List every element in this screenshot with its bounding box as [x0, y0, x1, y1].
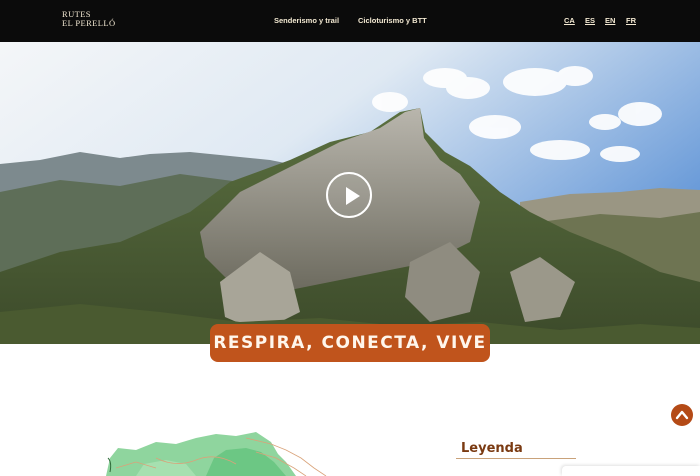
- language-fr[interactable]: FR: [626, 16, 636, 25]
- nav-hiking-trail[interactable]: Senderismo y trail: [274, 16, 339, 25]
- language-es[interactable]: ES: [585, 16, 595, 25]
- language-en[interactable]: EN: [605, 16, 615, 25]
- site-logo[interactable]: RUTES EL PERELLÓ: [62, 10, 116, 28]
- legend-title: Leyenda: [461, 441, 523, 456]
- hero-slogan: RESPIRA, CONECTA, VIVE: [210, 324, 490, 362]
- route-map-graphic: [106, 432, 327, 476]
- legend-divider: [456, 458, 576, 459]
- scroll-to-top-button[interactable]: [671, 404, 693, 426]
- chevron-up-icon: [675, 410, 689, 420]
- language-ca[interactable]: CA: [564, 16, 575, 25]
- top-navigation-bar: RUTES EL PERELLÓ Senderismo y trail Cicl…: [0, 0, 700, 42]
- legend-panel: [562, 466, 700, 476]
- nav-cycling-btt[interactable]: Cicloturismo y BTT: [358, 16, 427, 25]
- play-video-button[interactable]: [326, 172, 372, 218]
- play-icon: [346, 187, 360, 205]
- route-map[interactable]: [96, 428, 336, 476]
- logo-line-2: EL PERELLÓ: [62, 18, 116, 28]
